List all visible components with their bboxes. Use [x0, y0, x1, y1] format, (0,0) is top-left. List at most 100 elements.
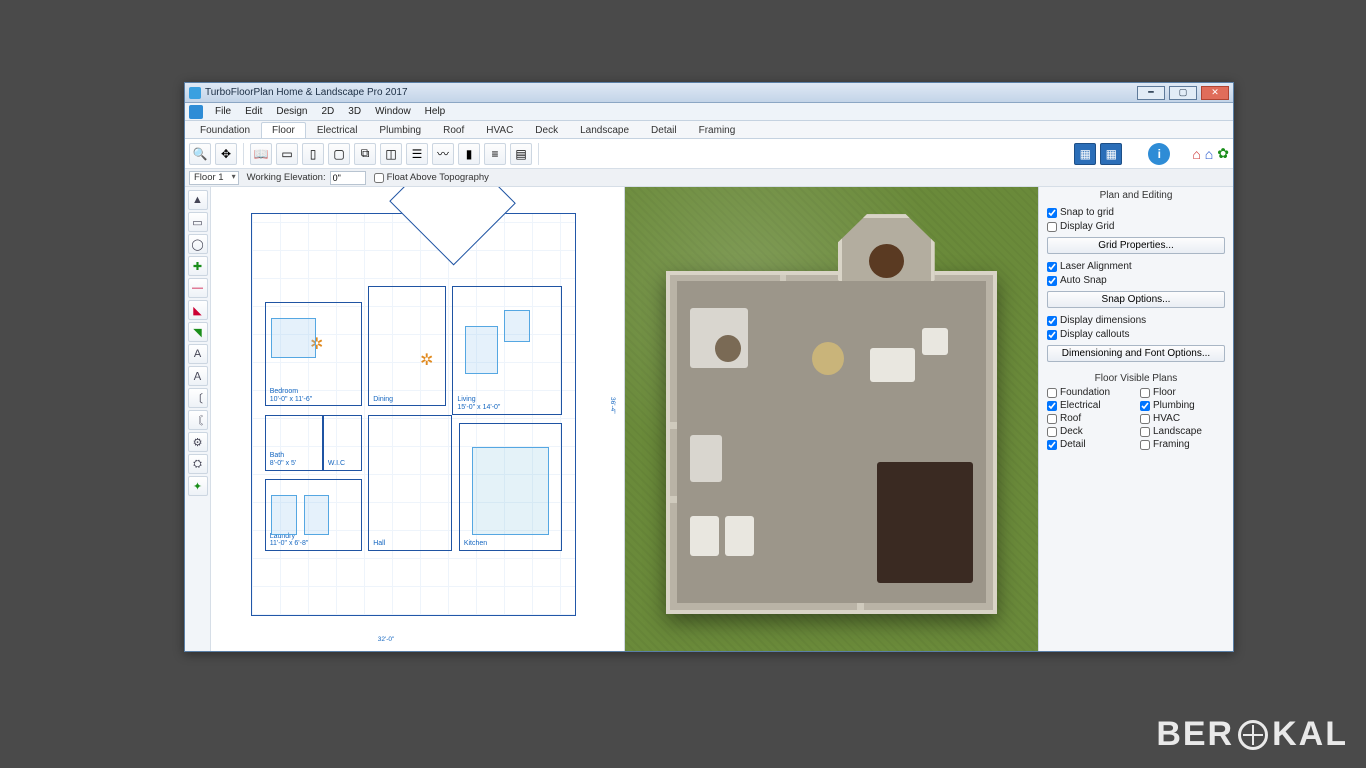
watermark-pre: BER	[1156, 715, 1234, 754]
app-logo-icon	[189, 105, 203, 119]
menu-3d[interactable]: 3D	[342, 105, 367, 118]
visible-hvac-checkbox[interactable]: HVAC	[1140, 413, 1225, 424]
visible-plumbing-checkbox[interactable]: Plumbing	[1140, 400, 1225, 411]
door-icon[interactable]: ▯	[302, 143, 324, 165]
display-callouts-checkbox[interactable]: Display callouts	[1047, 329, 1225, 340]
tool-corner-bl-icon[interactable]: ◣	[188, 300, 208, 320]
window-bay-icon[interactable]: ◫	[380, 143, 402, 165]
visible-foundation-checkbox[interactable]: Foundation	[1047, 387, 1132, 398]
watermark-post: KAL	[1272, 715, 1348, 754]
info-icon[interactable]: i	[1148, 143, 1170, 165]
sofa-plan	[465, 326, 497, 374]
tool-minus-icon[interactable]: ―	[188, 278, 208, 298]
menu-design[interactable]: Design	[270, 105, 313, 118]
toolbar-separator	[538, 143, 539, 165]
visible-roof-checkbox[interactable]: Roof	[1047, 413, 1132, 424]
dimensioning-options-button[interactable]: Dimensioning and Font Options...	[1047, 345, 1225, 362]
room-label: Kitchen	[464, 540, 487, 548]
pan-icon[interactable]: ✥	[215, 143, 237, 165]
room-label: Living15'-0" x 14'-0"	[457, 396, 500, 411]
tool-corner-tr-icon[interactable]: ◥	[188, 322, 208, 342]
tab-landscape[interactable]: Landscape	[569, 122, 640, 138]
ceiling-fan-icon: ✲	[420, 350, 442, 372]
tool-gear-group-icon[interactable]: ⛭	[188, 454, 208, 474]
book-open-icon[interactable]: 📖	[250, 143, 272, 165]
dim-bottom: 32'-0"	[378, 636, 395, 643]
laser-alignment-checkbox[interactable]: Laser Alignment	[1047, 261, 1225, 272]
tab-framing[interactable]: Framing	[688, 122, 747, 138]
tab-roof[interactable]: Roof	[432, 122, 475, 138]
visible-detail-checkbox[interactable]: Detail	[1047, 439, 1132, 450]
elevation-input[interactable]	[330, 171, 366, 185]
room-label: W.I.C	[328, 460, 345, 468]
close-button[interactable]: ✕	[1201, 86, 1229, 100]
tool-node-graph-icon[interactable]: ✦	[188, 476, 208, 496]
room-label: Bath8'-0" x 5'	[270, 452, 297, 467]
visible-landscape-checkbox[interactable]: Landscape	[1140, 426, 1225, 437]
curtain-icon[interactable]: 〰	[432, 143, 454, 165]
viewport-2d[interactable]: Bedroom10'-0" x 11'-6" Bath8'-0" x 5' W.…	[211, 187, 625, 651]
auto-snap-checkbox[interactable]: Auto Snap	[1047, 275, 1225, 286]
house-red-icon[interactable]: ⌂	[1192, 146, 1200, 162]
view-preset-b-icon[interactable]: ▦	[1100, 143, 1122, 165]
table-icon[interactable]: ▤	[510, 143, 532, 165]
house-blue-icon[interactable]: ⌂	[1205, 146, 1213, 162]
tool-select-rect-icon[interactable]: ▭	[188, 212, 208, 232]
dryer-3d	[725, 516, 754, 556]
tab-hvac[interactable]: HVAC	[475, 122, 524, 138]
float-topography-checkbox[interactable]: Float Above Topography	[374, 172, 489, 183]
tab-deck[interactable]: Deck	[524, 122, 569, 138]
visible-electrical-checkbox[interactable]: Electrical	[1047, 400, 1132, 411]
tab-electrical[interactable]: Electrical	[306, 122, 369, 138]
tree-icon[interactable]: ✿	[1217, 145, 1229, 162]
tool-pointer-icon[interactable]: ▲	[188, 190, 208, 210]
snap-to-grid-checkbox[interactable]: Snap to grid	[1047, 207, 1225, 218]
display-grid-checkbox[interactable]: Display Grid	[1047, 221, 1225, 232]
bed-plan	[271, 318, 316, 358]
tab-plumbing[interactable]: Plumbing	[368, 122, 432, 138]
visible-floor-checkbox[interactable]: Floor	[1140, 387, 1225, 398]
app-window: TurboFloorPlan Home & Landscape Pro 2017…	[184, 82, 1234, 652]
menu-file[interactable]: File	[209, 105, 237, 118]
room-hall: Hall	[368, 415, 452, 551]
tab-floor[interactable]: Floor	[261, 122, 306, 138]
fan-3d	[715, 335, 741, 362]
tool-text-a-icon[interactable]: A	[188, 344, 208, 364]
tool-select-lasso-icon[interactable]: ◯	[188, 234, 208, 254]
window-icon[interactable]: ▢	[328, 143, 350, 165]
maximize-button[interactable]: ▢	[1169, 86, 1197, 100]
menu-window[interactable]: Window	[369, 105, 417, 118]
render-3d	[625, 187, 1038, 651]
menu-2d[interactable]: 2D	[316, 105, 341, 118]
door-double-icon[interactable]: ⧉	[354, 143, 376, 165]
column-icon[interactable]: ▮	[458, 143, 480, 165]
viewport-3d[interactable]	[625, 187, 1038, 651]
view-preset-a-icon[interactable]: ▦	[1074, 143, 1096, 165]
tab-detail[interactable]: Detail	[640, 122, 688, 138]
room-label: Hall	[373, 540, 385, 548]
visible-framing-checkbox[interactable]: Framing	[1140, 439, 1225, 450]
display-dimensions-checkbox[interactable]: Display dimensions	[1047, 315, 1225, 326]
tool-gear-icon[interactable]: ⚙	[188, 432, 208, 452]
washer-3d	[690, 516, 719, 556]
visible-deck-checkbox[interactable]: Deck	[1047, 426, 1132, 437]
snap-options-button[interactable]: Snap Options...	[1047, 291, 1225, 308]
menu-help[interactable]: Help	[419, 105, 452, 118]
stairs-icon[interactable]: ☰	[406, 143, 428, 165]
menubar: FileEditDesign2D3DWindowHelp	[185, 103, 1233, 121]
floor-selector[interactable]: Floor 1	[189, 171, 239, 185]
tool-bracket-dbl-icon[interactable]: 〘	[188, 410, 208, 430]
kitchen-3d	[877, 462, 974, 583]
zoom-icon[interactable]: 🔍	[189, 143, 211, 165]
tool-bracket-icon[interactable]: 〔	[188, 388, 208, 408]
menu-edit[interactable]: Edit	[239, 105, 268, 118]
wall-icon[interactable]: ▭	[276, 143, 298, 165]
grid-properties-button[interactable]: Grid Properties...	[1047, 237, 1225, 254]
minimize-button[interactable]: ━	[1137, 86, 1165, 100]
watermark-glyph-icon	[1238, 720, 1268, 750]
watermark: BER KAL	[1156, 715, 1348, 754]
tab-foundation[interactable]: Foundation	[189, 122, 261, 138]
railing-icon[interactable]: ≡	[484, 143, 506, 165]
tool-pan-cross-icon[interactable]: ✚	[188, 256, 208, 276]
tool-text-a-outline-icon[interactable]: Ａ	[188, 366, 208, 386]
